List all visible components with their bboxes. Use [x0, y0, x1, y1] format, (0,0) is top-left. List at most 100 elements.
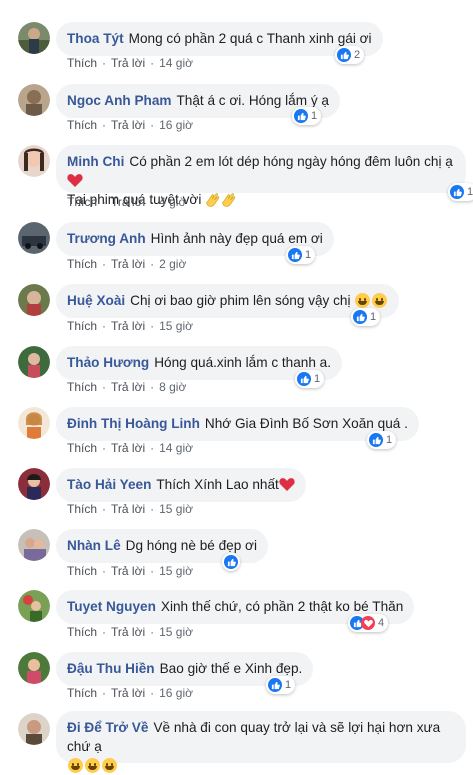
reaction-count[interactable]: [222, 553, 240, 571]
avatar[interactable]: [18, 284, 50, 316]
separator: ·: [102, 625, 107, 639]
like-link[interactable]: Thích: [67, 257, 97, 271]
comment-text: Bao giờ thế e Xinh đẹp.: [159, 661, 303, 676]
comment-author[interactable]: Thoa Týt: [67, 31, 124, 46]
comment-time[interactable]: 15 giờ: [159, 502, 193, 516]
comment-author[interactable]: Đi Để Trở Về: [67, 720, 148, 735]
separator: ·: [150, 195, 155, 209]
comment-text: Hình ảnh này đẹp quá em ơi: [150, 231, 323, 246]
comment-author[interactable]: Huệ Xoài: [67, 293, 125, 308]
reply-link[interactable]: Trả lời: [111, 257, 145, 271]
separator: ·: [150, 118, 155, 132]
separator: ·: [102, 118, 107, 132]
comment-time[interactable]: 15 giờ: [159, 625, 193, 639]
comment-bubble: Đi Để Trở Về Về nhà đi con quay trở lại v…: [56, 711, 466, 773]
like-link[interactable]: Thích: [67, 625, 97, 639]
avatar[interactable]: [18, 529, 50, 561]
reaction-number: 1: [314, 373, 321, 385]
like-link[interactable]: Thích: [67, 195, 97, 209]
avatar[interactable]: [18, 145, 50, 177]
reaction-number: 1: [285, 679, 292, 691]
comment-time[interactable]: 4 giờ: [159, 195, 186, 209]
like-link[interactable]: Thích: [67, 441, 97, 455]
separator: ·: [150, 625, 155, 639]
comment-time[interactable]: 8 giờ: [159, 380, 186, 394]
comment-bubble: Đinh Thị Hoàng Linh Nhớ Gia Đình Bố Sơn X…: [56, 407, 419, 441]
avatar[interactable]: [18, 22, 50, 54]
reply-link[interactable]: Trả lời: [111, 502, 145, 516]
avatar[interactable]: [18, 222, 50, 254]
comment-author[interactable]: Thảo Hương: [67, 355, 149, 370]
reply-link[interactable]: Trả lời: [111, 56, 145, 70]
like-link[interactable]: Thích: [67, 686, 97, 700]
reaction-count[interactable]: 1: [351, 308, 381, 326]
reaction-count[interactable]: 1: [286, 246, 316, 264]
like-link[interactable]: Thích: [67, 56, 97, 70]
comment-time[interactable]: 14 giờ: [159, 56, 193, 70]
comment-bubble: Minh Chi Có phần 2 em lót dép hóng ngày h…: [56, 145, 466, 207]
comment-author[interactable]: Đậu Thu Hiền: [67, 661, 155, 676]
comment-author[interactable]: Tào Hải Yeen: [67, 477, 151, 492]
comment-actions: Thích · Trả lời · 4 giờ: [67, 195, 186, 209]
comment-author[interactable]: Minh Chi: [67, 154, 124, 169]
avatar[interactable]: [18, 652, 50, 684]
reaction-count[interactable]: 1: [367, 431, 397, 449]
comment-bubble: Huệ Xoài Chị ơi bao giờ phim lên sóng vậy…: [56, 284, 400, 318]
reply-link[interactable]: Trả lời: [111, 625, 145, 639]
reaction-count[interactable]: 1: [295, 370, 325, 388]
comment-time[interactable]: 15 giờ: [159, 319, 193, 333]
comment-bubble: Tào Hải Yeen Thích Xính Lao nhất: [56, 468, 306, 502]
comment-text: Có phần 2 em lót dép hóng ngày hóng đêm …: [129, 154, 453, 169]
like-reaction-icon: [450, 185, 464, 199]
heart-emoji-icon: [67, 174, 83, 187]
comment-time[interactable]: 14 giờ: [159, 441, 193, 455]
like-link[interactable]: Thích: [67, 502, 97, 516]
like-link[interactable]: Thích: [67, 118, 97, 132]
comment-actions: Thích · Trả lời · 14 giờ: [67, 56, 193, 70]
comment-actions: Thích · Trả lời · 16 giờ: [67, 118, 193, 132]
comment-author[interactable]: Ngoc Anh Pham: [67, 93, 171, 108]
comment-author[interactable]: Đinh Thị Hoàng Linh: [67, 416, 200, 431]
comment-author[interactable]: Tuyet Nguyen: [67, 599, 156, 614]
separator: ·: [150, 564, 155, 578]
reply-link[interactable]: Trả lời: [111, 195, 145, 209]
reply-link[interactable]: Trả lời: [111, 118, 145, 132]
reaction-number: 1: [305, 249, 312, 261]
comment-text: Thật á c ơi. Hóng lắm ý ạ: [176, 93, 329, 108]
comment-time[interactable]: 2 giờ: [159, 257, 186, 271]
comment-actions: Thích · Trả lời · 15 giờ: [67, 319, 193, 333]
comment-time[interactable]: 16 giờ: [159, 118, 193, 132]
avatar[interactable]: [18, 84, 50, 116]
comment-text: Chị ơi bao giờ phim lên sóng vậy chị: [130, 293, 351, 308]
like-link[interactable]: Thích: [67, 319, 97, 333]
reply-link[interactable]: Trả lời: [111, 319, 145, 333]
avatar[interactable]: [18, 713, 50, 745]
reaction-count[interactable]: 4: [348, 614, 389, 632]
separator: ·: [102, 56, 107, 70]
avatar[interactable]: [18, 407, 50, 439]
reaction-count[interactable]: 2: [335, 46, 365, 64]
comment-time[interactable]: 16 giờ: [159, 686, 193, 700]
like-link[interactable]: Thích: [67, 380, 97, 394]
comment-actions: Thích · Trả lời · 2 giờ: [67, 257, 186, 271]
reaction-number: 1: [370, 311, 377, 323]
reply-link[interactable]: Trả lời: [111, 380, 145, 394]
reaction-count[interactable]: 1: [292, 107, 322, 125]
comment-author[interactable]: Trương Anh: [67, 231, 146, 246]
avatar[interactable]: [18, 590, 50, 622]
comment-time[interactable]: 15 giờ: [159, 564, 193, 578]
comment-author[interactable]: Nhàn Lê: [67, 538, 121, 553]
comment-text: Xinh thế chứ, có phần 2 thật ko bé Thăn: [160, 599, 404, 614]
clap-emoji-icon: [206, 193, 220, 207]
reply-link[interactable]: Trả lời: [111, 564, 145, 578]
separator: ·: [150, 502, 155, 516]
separator: ·: [102, 195, 107, 209]
like-link[interactable]: Thích: [67, 564, 97, 578]
reaction-count[interactable]: 1: [448, 183, 473, 201]
reply-link[interactable]: Trả lời: [111, 686, 145, 700]
avatar[interactable]: [18, 468, 50, 500]
avatar[interactable]: [18, 346, 50, 378]
reaction-count[interactable]: 1: [266, 676, 296, 694]
smile-emoji-icon: [102, 758, 117, 773]
reply-link[interactable]: Trả lời: [111, 441, 145, 455]
